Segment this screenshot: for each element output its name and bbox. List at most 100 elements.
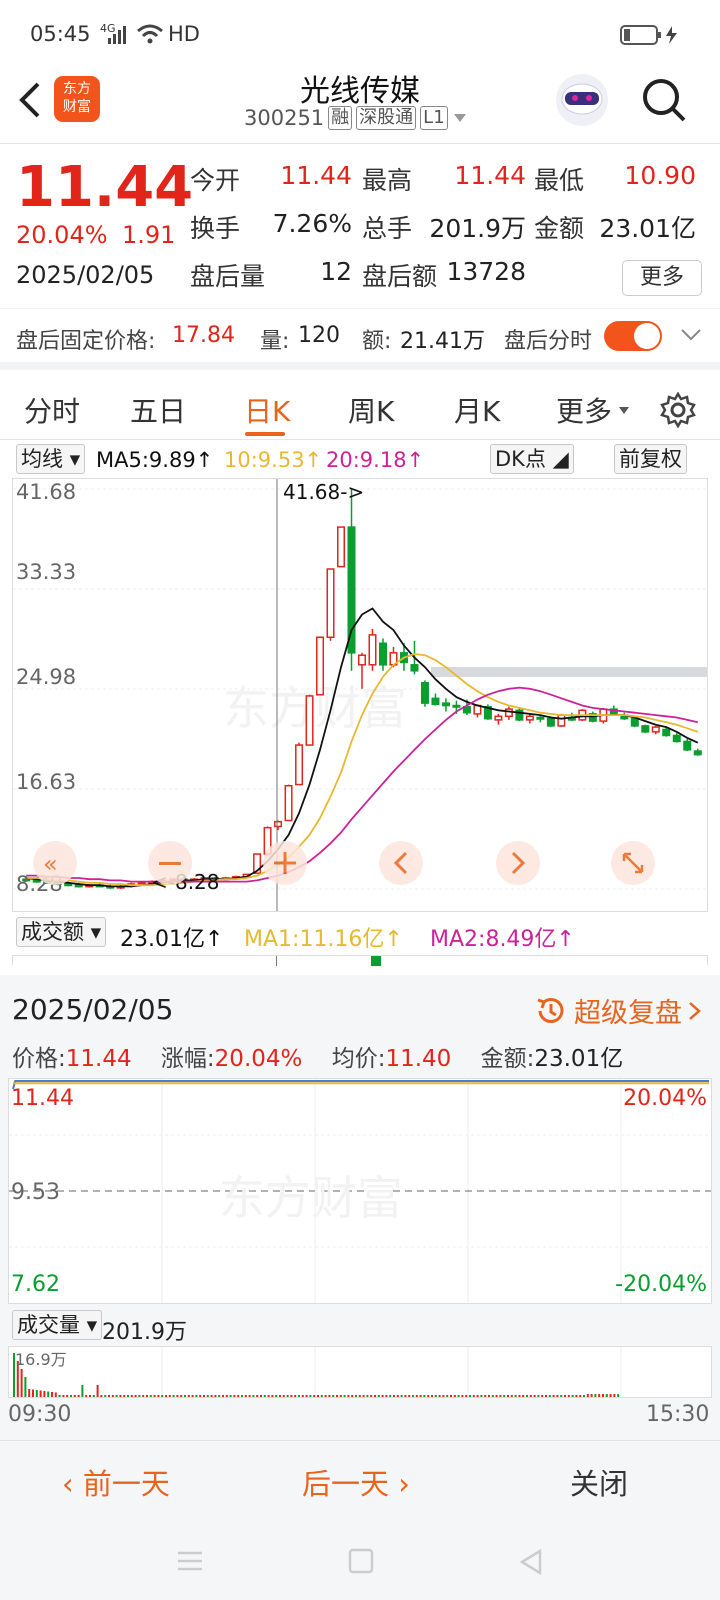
hd-label: HD [168, 22, 200, 46]
intraday-volume-bar [347, 1395, 350, 1397]
volume-peak-label: 16.9万 [15, 1350, 67, 1369]
intraday-volume-bar [229, 1395, 232, 1397]
intraday-volume-bar [271, 1395, 274, 1397]
candle [284, 784, 293, 822]
y-tick-4: 16.63 [16, 770, 76, 794]
intraday-volume-bar [111, 1395, 114, 1397]
intraday-volume-bar [195, 1395, 198, 1397]
candle-body [431, 697, 440, 706]
tab-more[interactable]: 更多 [556, 390, 612, 430]
label-after-amt: 盘后额 [362, 262, 438, 291]
intraday-volume-value: 201.9万 [102, 1320, 187, 1345]
price-label: 价格: [12, 1046, 66, 1072]
candle [651, 725, 660, 735]
candle-body [525, 715, 534, 721]
pct-value: 20.04% [214, 1046, 303, 1072]
intraday-volume-bar [510, 1395, 513, 1397]
after-vol-label: 量: [260, 329, 290, 354]
intraday-volume-bar [548, 1395, 551, 1397]
next-day-label: 后一天 [302, 1467, 390, 1501]
super-review-link[interactable]: 超级复盘 [534, 991, 702, 1030]
intraday-volume-selector[interactable]: 成交量 ▾ [12, 1310, 103, 1340]
search-icon[interactable] [640, 76, 688, 124]
tab-daily-k[interactable]: 日K [244, 390, 290, 430]
candle [431, 693, 440, 706]
intraday-volume-bar [480, 1395, 483, 1397]
menu-icon[interactable] [176, 1550, 204, 1572]
intraday-volume-bar [571, 1395, 574, 1397]
back-nav-icon[interactable] [518, 1548, 544, 1576]
intraday-volume-bar [62, 1395, 65, 1397]
scroll-left-button[interactable] [379, 841, 423, 885]
candle-body [641, 725, 650, 733]
intraday-chart[interactable]: 东方财富 11.44 9.53 7.62 20.04% -20.04% [8, 1078, 712, 1304]
scroll-right-button[interactable] [496, 841, 540, 885]
pct-top-label: 20.04% [623, 1086, 707, 1111]
intraday-volume-bar [408, 1395, 411, 1397]
chevron-down-icon[interactable] [680, 327, 702, 343]
intraday-volume-bar [332, 1395, 335, 1397]
intraday-volume-bar [438, 1395, 441, 1397]
after-hours-toggle[interactable] [604, 321, 662, 351]
tab-five-day[interactable]: 五日 [130, 390, 186, 430]
kline-chart[interactable]: 东方财富 41.68 33.33 24.98 16.63 8.28 41.68-… [12, 478, 708, 912]
intraday-volume-bar [298, 1395, 300, 1397]
intraday-volume-bar [385, 1395, 388, 1397]
intraday-volume-bar [43, 1391, 46, 1397]
intraday-volume-bar [85, 1395, 88, 1397]
intraday-volume-bar [20, 1369, 23, 1397]
candle [672, 733, 681, 743]
close-button[interactable]: 关闭 [570, 1461, 628, 1503]
intraday-volume-bar [381, 1395, 384, 1397]
prev-day-button[interactable]: ‹ 前一天 [62, 1461, 170, 1503]
adjust-selector[interactable]: 前复权 [614, 444, 687, 474]
intraday-volume-bar [613, 1394, 616, 1397]
stock-subtitle[interactable]: 300251 融 深股通 L1 [244, 106, 468, 130]
home-icon[interactable] [348, 1548, 374, 1574]
volume-selector[interactable]: 成交额 ▾ [16, 917, 107, 947]
intraday-volume-legend: 成交量 ▾ 201.9万 [0, 1310, 720, 1345]
intraday-volume-bar [476, 1395, 479, 1397]
robot-assistant-icon[interactable] [554, 72, 610, 128]
intraday-volume-bar [564, 1395, 566, 1397]
next-day-button[interactable]: 后一天 › [302, 1461, 410, 1503]
candle [295, 742, 304, 786]
wifi-icon [137, 24, 163, 44]
after-fixed-price: 17.84 [172, 323, 235, 348]
price-line [12, 1080, 709, 1090]
tab-weekly-k[interactable]: 周K [348, 390, 394, 430]
time-end: 15:30 [646, 1402, 710, 1427]
intraday-volume-bar [594, 1394, 597, 1397]
intraday-volume-bar [472, 1395, 475, 1397]
current-price: 11.44 [16, 155, 194, 220]
candle-body [672, 734, 681, 743]
change-amount: 1.91 [122, 221, 176, 249]
dk-point-selector[interactable]: DK点 ◢ [490, 444, 574, 474]
status-time: 05:45 [30, 22, 91, 46]
y-tick-3: 24.98 [16, 665, 76, 689]
intraday-volume-bar [328, 1395, 331, 1397]
candle [504, 706, 513, 720]
intraday-volume-bar [529, 1395, 532, 1397]
tab-monthly-k[interactable]: 月K [454, 390, 500, 430]
gear-icon[interactable] [660, 392, 696, 428]
intraday-volume-bar [222, 1395, 224, 1397]
prev-day-label: 前一天 [82, 1467, 170, 1501]
intraday-volume-bar [127, 1395, 129, 1397]
candle [305, 694, 314, 746]
tab-intraday[interactable]: 分时 [24, 390, 80, 430]
intraday-volume-bar [339, 1395, 342, 1397]
ma-selector[interactable]: 均线 ▾ [16, 444, 86, 474]
candle-body [337, 526, 346, 568]
intraday-volume-bar [431, 1395, 433, 1397]
value-turnover: 7.26% [272, 209, 352, 238]
candle-body [452, 704, 461, 708]
candle [378, 638, 387, 671]
ma5-value: MA5:9.89↑ [96, 448, 214, 472]
ma-selector-label: 均线 [21, 447, 63, 471]
more-button[interactable]: 更多 [622, 260, 702, 296]
history-clock-icon [537, 997, 564, 1023]
intraday-volume-bar [355, 1395, 357, 1397]
intraday-volume-bar [419, 1395, 422, 1397]
intraday-volume-bar [51, 1392, 53, 1397]
